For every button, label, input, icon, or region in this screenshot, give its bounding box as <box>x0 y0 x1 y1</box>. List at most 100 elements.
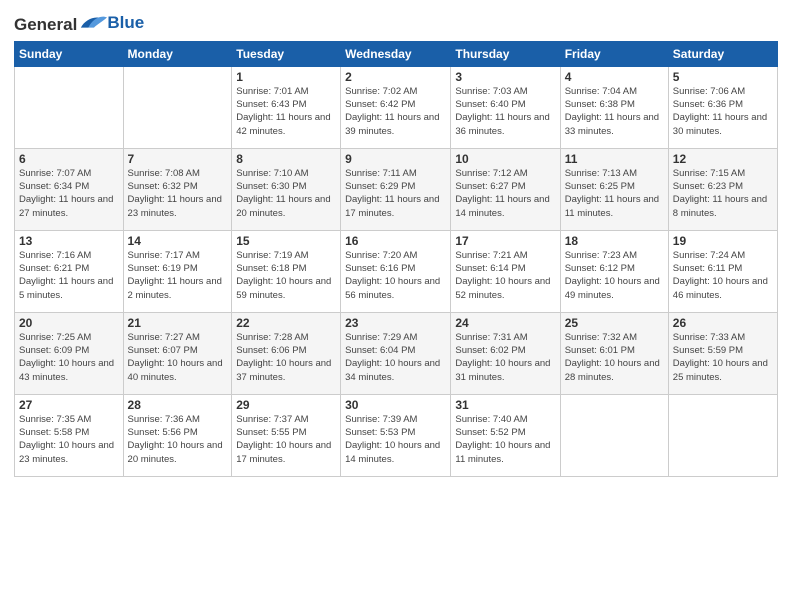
calendar-cell: 4Sunrise: 7:04 AM Sunset: 6:38 PM Daylig… <box>560 66 668 148</box>
day-number: 29 <box>236 398 336 412</box>
page-container: General Blue SundayMondayTuesdayWednesda… <box>0 0 792 485</box>
day-info: Sunrise: 7:27 AM Sunset: 6:07 PM Dayligh… <box>128 331 228 384</box>
day-number: 2 <box>345 70 446 84</box>
logo-bird-icon <box>79 12 107 34</box>
day-number: 1 <box>236 70 336 84</box>
day-info: Sunrise: 7:29 AM Sunset: 6:04 PM Dayligh… <box>345 331 446 384</box>
day-number: 28 <box>128 398 228 412</box>
day-info: Sunrise: 7:13 AM Sunset: 6:25 PM Dayligh… <box>565 167 664 220</box>
logo-wrapper: General Blue <box>14 12 144 35</box>
logo-blue-text: Blue <box>107 13 144 33</box>
weekday-thursday: Thursday <box>451 41 560 66</box>
day-info: Sunrise: 7:15 AM Sunset: 6:23 PM Dayligh… <box>673 167 773 220</box>
header: General Blue <box>14 12 778 35</box>
calendar-cell: 22Sunrise: 7:28 AM Sunset: 6:06 PM Dayli… <box>232 312 341 394</box>
day-info: Sunrise: 7:11 AM Sunset: 6:29 PM Dayligh… <box>345 167 446 220</box>
calendar-cell <box>123 66 232 148</box>
day-number: 16 <box>345 234 446 248</box>
calendar-cell: 17Sunrise: 7:21 AM Sunset: 6:14 PM Dayli… <box>451 230 560 312</box>
week-row-2: 13Sunrise: 7:16 AM Sunset: 6:21 PM Dayli… <box>15 230 778 312</box>
day-info: Sunrise: 7:28 AM Sunset: 6:06 PM Dayligh… <box>236 331 336 384</box>
day-info: Sunrise: 7:36 AM Sunset: 5:56 PM Dayligh… <box>128 413 228 466</box>
day-number: 24 <box>455 316 555 330</box>
day-number: 3 <box>455 70 555 84</box>
week-row-0: 1Sunrise: 7:01 AM Sunset: 6:43 PM Daylig… <box>15 66 778 148</box>
weekday-wednesday: Wednesday <box>341 41 451 66</box>
logo: General Blue <box>14 12 144 35</box>
day-number: 26 <box>673 316 773 330</box>
day-number: 23 <box>345 316 446 330</box>
day-number: 31 <box>455 398 555 412</box>
day-number: 11 <box>565 152 664 166</box>
day-number: 20 <box>19 316 119 330</box>
day-info: Sunrise: 7:20 AM Sunset: 6:16 PM Dayligh… <box>345 249 446 302</box>
day-number: 7 <box>128 152 228 166</box>
calendar-cell: 2Sunrise: 7:02 AM Sunset: 6:42 PM Daylig… <box>341 66 451 148</box>
day-number: 27 <box>19 398 119 412</box>
calendar-cell: 31Sunrise: 7:40 AM Sunset: 5:52 PM Dayli… <box>451 394 560 476</box>
day-info: Sunrise: 7:19 AM Sunset: 6:18 PM Dayligh… <box>236 249 336 302</box>
calendar-cell: 24Sunrise: 7:31 AM Sunset: 6:02 PM Dayli… <box>451 312 560 394</box>
day-number: 12 <box>673 152 773 166</box>
day-number: 19 <box>673 234 773 248</box>
day-info: Sunrise: 7:31 AM Sunset: 6:02 PM Dayligh… <box>455 331 555 384</box>
day-info: Sunrise: 7:17 AM Sunset: 6:19 PM Dayligh… <box>128 249 228 302</box>
day-info: Sunrise: 7:10 AM Sunset: 6:30 PM Dayligh… <box>236 167 336 220</box>
calendar-cell: 15Sunrise: 7:19 AM Sunset: 6:18 PM Dayli… <box>232 230 341 312</box>
day-info: Sunrise: 7:02 AM Sunset: 6:42 PM Dayligh… <box>345 85 446 138</box>
calendar-cell: 18Sunrise: 7:23 AM Sunset: 6:12 PM Dayli… <box>560 230 668 312</box>
day-info: Sunrise: 7:08 AM Sunset: 6:32 PM Dayligh… <box>128 167 228 220</box>
calendar-cell: 16Sunrise: 7:20 AM Sunset: 6:16 PM Dayli… <box>341 230 451 312</box>
day-info: Sunrise: 7:35 AM Sunset: 5:58 PM Dayligh… <box>19 413 119 466</box>
day-number: 5 <box>673 70 773 84</box>
calendar-cell: 30Sunrise: 7:39 AM Sunset: 5:53 PM Dayli… <box>341 394 451 476</box>
day-info: Sunrise: 7:07 AM Sunset: 6:34 PM Dayligh… <box>19 167 119 220</box>
day-info: Sunrise: 7:12 AM Sunset: 6:27 PM Dayligh… <box>455 167 555 220</box>
logo-general-text: General <box>14 15 77 34</box>
day-number: 4 <box>565 70 664 84</box>
weekday-header-row: SundayMondayTuesdayWednesdayThursdayFrid… <box>15 41 778 66</box>
day-info: Sunrise: 7:01 AM Sunset: 6:43 PM Dayligh… <box>236 85 336 138</box>
calendar-cell: 23Sunrise: 7:29 AM Sunset: 6:04 PM Dayli… <box>341 312 451 394</box>
calendar-cell: 6Sunrise: 7:07 AM Sunset: 6:34 PM Daylig… <box>15 148 124 230</box>
day-info: Sunrise: 7:39 AM Sunset: 5:53 PM Dayligh… <box>345 413 446 466</box>
calendar-cell <box>668 394 777 476</box>
day-info: Sunrise: 7:40 AM Sunset: 5:52 PM Dayligh… <box>455 413 555 466</box>
calendar-cell: 5Sunrise: 7:06 AM Sunset: 6:36 PM Daylig… <box>668 66 777 148</box>
calendar-cell: 12Sunrise: 7:15 AM Sunset: 6:23 PM Dayli… <box>668 148 777 230</box>
weekday-saturday: Saturday <box>668 41 777 66</box>
day-number: 30 <box>345 398 446 412</box>
weekday-tuesday: Tuesday <box>232 41 341 66</box>
calendar-cell: 19Sunrise: 7:24 AM Sunset: 6:11 PM Dayli… <box>668 230 777 312</box>
day-number: 6 <box>19 152 119 166</box>
calendar-cell: 10Sunrise: 7:12 AM Sunset: 6:27 PM Dayli… <box>451 148 560 230</box>
calendar-cell: 11Sunrise: 7:13 AM Sunset: 6:25 PM Dayli… <box>560 148 668 230</box>
day-info: Sunrise: 7:32 AM Sunset: 6:01 PM Dayligh… <box>565 331 664 384</box>
day-number: 13 <box>19 234 119 248</box>
week-row-4: 27Sunrise: 7:35 AM Sunset: 5:58 PM Dayli… <box>15 394 778 476</box>
weekday-friday: Friday <box>560 41 668 66</box>
day-number: 21 <box>128 316 228 330</box>
calendar-cell: 25Sunrise: 7:32 AM Sunset: 6:01 PM Dayli… <box>560 312 668 394</box>
day-number: 18 <box>565 234 664 248</box>
calendar-cell: 8Sunrise: 7:10 AM Sunset: 6:30 PM Daylig… <box>232 148 341 230</box>
day-info: Sunrise: 7:03 AM Sunset: 6:40 PM Dayligh… <box>455 85 555 138</box>
day-info: Sunrise: 7:33 AM Sunset: 5:59 PM Dayligh… <box>673 331 773 384</box>
day-number: 9 <box>345 152 446 166</box>
calendar-cell: 13Sunrise: 7:16 AM Sunset: 6:21 PM Dayli… <box>15 230 124 312</box>
day-number: 14 <box>128 234 228 248</box>
day-info: Sunrise: 7:24 AM Sunset: 6:11 PM Dayligh… <box>673 249 773 302</box>
day-number: 17 <box>455 234 555 248</box>
day-info: Sunrise: 7:25 AM Sunset: 6:09 PM Dayligh… <box>19 331 119 384</box>
day-info: Sunrise: 7:21 AM Sunset: 6:14 PM Dayligh… <box>455 249 555 302</box>
calendar-cell: 21Sunrise: 7:27 AM Sunset: 6:07 PM Dayli… <box>123 312 232 394</box>
calendar-cell <box>15 66 124 148</box>
day-info: Sunrise: 7:23 AM Sunset: 6:12 PM Dayligh… <box>565 249 664 302</box>
weekday-monday: Monday <box>123 41 232 66</box>
calendar-cell: 7Sunrise: 7:08 AM Sunset: 6:32 PM Daylig… <box>123 148 232 230</box>
day-number: 10 <box>455 152 555 166</box>
week-row-1: 6Sunrise: 7:07 AM Sunset: 6:34 PM Daylig… <box>15 148 778 230</box>
day-info: Sunrise: 7:04 AM Sunset: 6:38 PM Dayligh… <box>565 85 664 138</box>
calendar-cell: 14Sunrise: 7:17 AM Sunset: 6:19 PM Dayli… <box>123 230 232 312</box>
calendar-cell: 20Sunrise: 7:25 AM Sunset: 6:09 PM Dayli… <box>15 312 124 394</box>
